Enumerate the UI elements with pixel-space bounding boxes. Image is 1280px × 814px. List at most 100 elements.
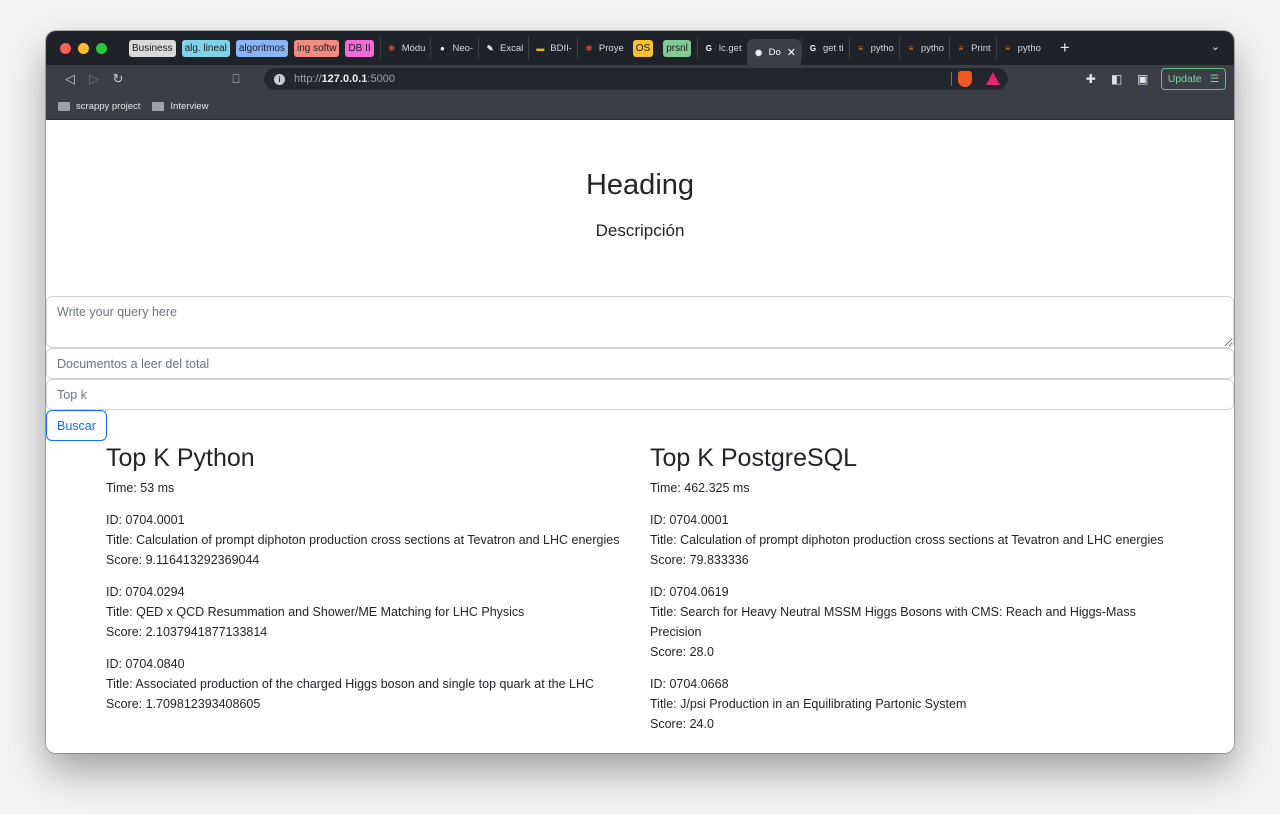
bookmark-folder-interview[interactable]: Interview bbox=[152, 101, 208, 112]
result-title: Title: Search for Heavy Neutral MSSM Hig… bbox=[650, 605, 1136, 639]
close-window-button[interactable] bbox=[60, 42, 71, 54]
stackoverflow-icon: ≡ bbox=[958, 43, 964, 53]
tab[interactable]: Gget ti bbox=[800, 37, 849, 59]
browser-window: Business alg. lineal algoritmos ing soft… bbox=[46, 31, 1234, 753]
tab[interactable]: ▬ BDII- bbox=[528, 37, 577, 59]
tab-label: pytho bbox=[920, 42, 945, 54]
result-id: ID: 0704.0668 bbox=[650, 677, 729, 691]
tab-group-os[interactable]: OS bbox=[632, 39, 654, 57]
query-input[interactable] bbox=[46, 296, 1234, 348]
close-tab-icon[interactable]: ✕ bbox=[787, 46, 796, 59]
bookmarks-bar: scrappy project Interview bbox=[46, 93, 1234, 120]
info-icon[interactable]: i bbox=[274, 73, 285, 85]
toolbar-actions: ✚ ◧ ▣ Update ☰ bbox=[1083, 68, 1226, 90]
bookmark-icon[interactable]: ⎕ bbox=[226, 72, 246, 87]
result-item: ID: 0704.0001 Title: Calculation of prom… bbox=[106, 510, 626, 570]
tab-label: lc.get bbox=[718, 42, 742, 54]
globe-icon: ◉ bbox=[755, 47, 763, 57]
github-icon: ● bbox=[440, 43, 445, 53]
asterisk-icon: ✻ bbox=[585, 43, 593, 53]
back-icon[interactable]: ◁ bbox=[58, 71, 82, 87]
page-description: Descripción bbox=[595, 221, 685, 240]
wallet-icon[interactable]: ▣ bbox=[1135, 72, 1151, 86]
result-id: ID: 0704.0840 bbox=[106, 657, 185, 671]
result-title: Title: Calculation of prompt diphoton pr… bbox=[650, 533, 1164, 547]
menu-icon: ☰ bbox=[1209, 73, 1219, 85]
tab[interactable]: ✻ Proye bbox=[576, 37, 629, 59]
tab-strip: Business alg. lineal algoritmos ing soft… bbox=[46, 31, 1234, 65]
tabs: Business alg. lineal algoritmos ing soft… bbox=[129, 31, 1046, 65]
window-controls bbox=[60, 42, 107, 54]
tab-group-business[interactable]: Business bbox=[129, 39, 176, 57]
minimize-window-button[interactable] bbox=[78, 42, 89, 54]
excalidraw-icon: ✎ bbox=[486, 43, 494, 53]
result-item: ID: 0704.0294 Title: QED x QCD Resummati… bbox=[106, 582, 626, 642]
tab-group-alg-lineal[interactable]: alg. lineal bbox=[181, 39, 230, 57]
result-title: Title: QED x QCD Resummation and Shower/… bbox=[106, 605, 525, 619]
tab-label: Proye bbox=[598, 42, 624, 54]
postgres-results: Top K PostgreSQL Time: 462.325 ms ID: 07… bbox=[650, 442, 1170, 746]
tab-label: pytho bbox=[870, 42, 894, 54]
result-title: Title: Associated production of the char… bbox=[106, 677, 595, 691]
google-icon: G bbox=[705, 43, 712, 53]
address-bar[interactable]: i http://127.0.0.1:5000 bbox=[264, 68, 1008, 90]
tab-label: pytho bbox=[1017, 42, 1041, 54]
python-time: Time: 53 ms bbox=[106, 481, 175, 495]
tab[interactable]: ≡ pytho bbox=[898, 37, 949, 59]
result-item: ID: 0704.0619 Title: Search for Heavy Ne… bbox=[650, 582, 1170, 662]
tab-group-ing-softw[interactable]: ing softw bbox=[293, 39, 340, 57]
bookmark-folder-scrappy-project[interactable]: scrappy project bbox=[58, 101, 140, 112]
tab[interactable]: ≡ pytho bbox=[995, 37, 1046, 59]
tab-group-db-ii[interactable]: DB II bbox=[345, 39, 374, 57]
tab[interactable]: ✎ Excal bbox=[478, 37, 528, 59]
tab-group-algoritmos[interactable]: algoritmos bbox=[235, 39, 288, 57]
tab-label: Módu bbox=[401, 42, 426, 54]
tab[interactable]: ≡ pytho bbox=[848, 37, 899, 59]
address-bar-divider bbox=[951, 72, 952, 86]
result-score: Score: 28.0 bbox=[650, 645, 714, 659]
result-score: Score: 2.1037941877133814 bbox=[106, 625, 268, 639]
extensions-icon[interactable]: ✚ bbox=[1083, 72, 1099, 86]
tab[interactable]: ≡ Print bbox=[949, 37, 996, 59]
asterisk-icon: ✻ bbox=[388, 43, 396, 53]
tab[interactable]: ✻ Módu bbox=[379, 37, 431, 59]
tab-label: BDII- bbox=[550, 42, 572, 54]
tab-label: Neo- bbox=[452, 42, 474, 54]
brave-rewards-icon[interactable] bbox=[986, 72, 1000, 85]
brave-shields-icon[interactable] bbox=[958, 71, 972, 87]
documents-input[interactable] bbox=[46, 348, 1234, 379]
stackoverflow-icon: ≡ bbox=[1005, 43, 1010, 53]
tab[interactable]: ● Neo- bbox=[430, 37, 478, 59]
new-tab-button[interactable]: + bbox=[1060, 38, 1070, 58]
result-title: Title: Calculation of prompt diphoton pr… bbox=[106, 533, 620, 547]
tab-group-prsnl[interactable]: prsnl bbox=[663, 39, 691, 57]
stackoverflow-icon: ≡ bbox=[908, 43, 914, 53]
google-icon: G bbox=[809, 43, 817, 53]
result-score: Score: 79.833336 bbox=[650, 553, 749, 567]
result-title: Title: J/psi Production in an Equilibrat… bbox=[650, 697, 967, 711]
update-button[interactable]: Update ☰ bbox=[1160, 68, 1226, 90]
result-item: ID: 0704.0001 Title: Calculation of prom… bbox=[650, 510, 1170, 570]
tab[interactable]: Glc.get bbox=[696, 37, 747, 59]
result-id: ID: 0704.0001 bbox=[106, 513, 185, 527]
maximize-window-button[interactable] bbox=[96, 42, 107, 54]
reload-icon[interactable]: ↻ bbox=[106, 71, 130, 87]
search-button[interactable]: Buscar bbox=[46, 410, 107, 441]
postgres-results-title: Top K PostgreSQL bbox=[650, 444, 858, 472]
result-id: ID: 0704.0294 bbox=[106, 585, 185, 599]
url-text[interactable]: http://127.0.0.1:5000 bbox=[294, 73, 395, 85]
result-id: ID: 0704.0619 bbox=[650, 585, 729, 599]
tab-active[interactable]: ◉ Do ✕ bbox=[746, 39, 801, 65]
tab-label: Do bbox=[768, 46, 781, 58]
result-score: Score: 24.0 bbox=[650, 717, 714, 731]
tab-label: get ti bbox=[822, 42, 844, 54]
sidebar-icon[interactable]: ◧ bbox=[1109, 72, 1125, 86]
page-content: Heading Descripción Buscar Top K Python … bbox=[46, 120, 1234, 753]
toolbar: ◁ ▷ ↻ ⎕ i http://127.0.0.1:5000 ✚ ◧ ▣ Up… bbox=[46, 65, 1234, 93]
folder-icon bbox=[58, 101, 70, 111]
topk-input[interactable] bbox=[46, 379, 1234, 410]
tab-label: Print bbox=[971, 42, 991, 54]
tab-search-chevron-icon[interactable]: ⌄ bbox=[1211, 40, 1220, 53]
folder-icon bbox=[152, 101, 165, 111]
forward-icon[interactable]: ▷ bbox=[82, 71, 106, 87]
